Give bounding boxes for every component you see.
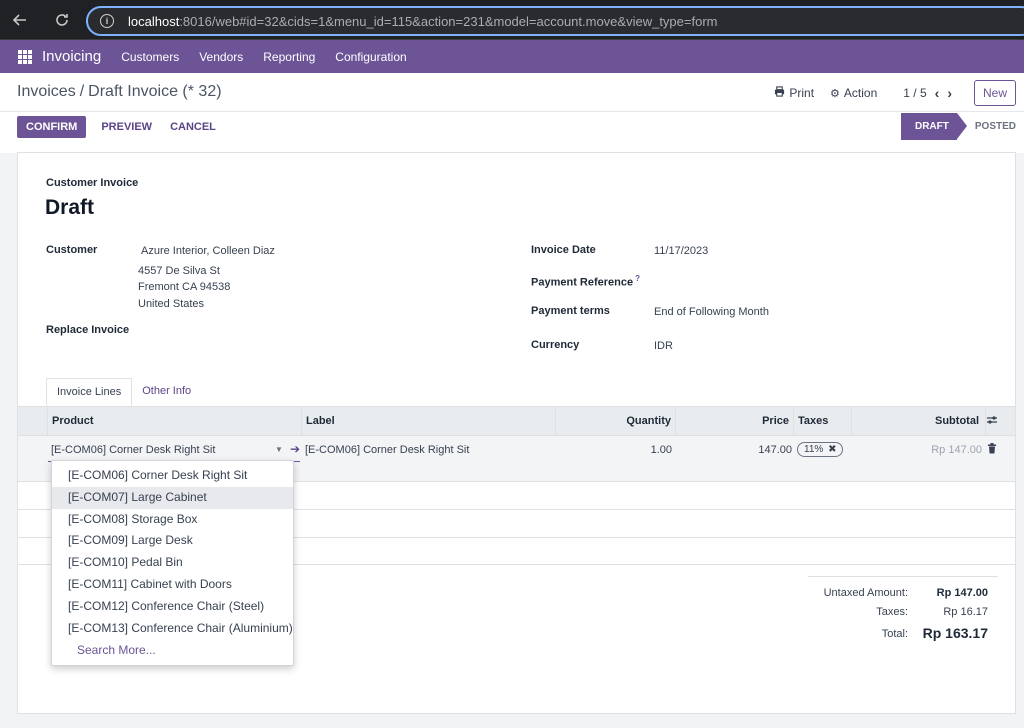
breadcrumb-separator: /	[79, 83, 85, 100]
cancel-button[interactable]: CANCEL	[167, 116, 219, 138]
printer-icon	[774, 86, 785, 100]
search-more-link[interactable]: Search More...	[52, 639, 293, 661]
tab-invoice-lines[interactable]: Invoice Lines	[46, 378, 133, 406]
action-button[interactable]: ⚙ Action	[830, 86, 877, 100]
close-icon[interactable]: ✖	[828, 444, 836, 455]
dropdown-item[interactable]: [E-COM11] Cabinet with Doors	[52, 574, 293, 596]
breadcrumb-current: Draft Invoice (* 32)	[88, 83, 222, 100]
menu-vendors[interactable]: Vendors	[199, 50, 243, 64]
dropdown-item[interactable]: [E-COM12] Conference Chair (Steel)	[52, 596, 293, 618]
payment-terms-label: Payment terms	[531, 305, 610, 317]
customer-label: Customer	[46, 244, 98, 256]
chevron-left-icon[interactable]: ‹	[935, 85, 940, 101]
table-header: Product Label Quantity Price Taxes Subto…	[18, 406, 1015, 436]
dropdown-item[interactable]: [E-COM08] Storage Box	[52, 509, 293, 531]
total-value: Rp 163.17	[922, 625, 988, 641]
document-type: Customer Invoice	[46, 177, 139, 189]
tab-other-info[interactable]: Other Info	[132, 378, 201, 406]
arrow-right-icon[interactable]: ➔	[290, 442, 300, 456]
address-bar[interactable]: i localhost:8016/web#id=32&cids=1&menu_i…	[86, 6, 1024, 36]
breadcrumb: Invoices / Draft Invoice (* 32)	[17, 83, 222, 101]
row-price[interactable]: 147.00	[676, 444, 792, 456]
dropdown-item[interactable]: [E-COM10] Pedal Bin	[52, 552, 293, 574]
control-right: Print ⚙ Action 1 / 5 ‹ › New	[758, 80, 1016, 106]
taxes-value: Rp 16.17	[943, 606, 988, 618]
dropdown-item[interactable]: [E-COM06] Corner Desk Right Sit	[52, 465, 293, 487]
row-product[interactable]: [E-COM06] Corner Desk Right Sit	[51, 444, 215, 456]
sliders-icon[interactable]	[986, 414, 998, 429]
header-quantity[interactable]: Quantity	[556, 407, 676, 435]
currency-field[interactable]: IDR	[654, 340, 673, 352]
app-navbar: Invoicing Customers Vendors Reporting Co…	[0, 40, 1024, 73]
url-path: :8016/web#id=32&cids=1&menu_id=115&actio…	[179, 13, 718, 29]
untaxed-label: Untaxed Amount:	[823, 587, 908, 599]
customer-field[interactable]: Azure Interior, Colleen Diaz	[141, 245, 275, 257]
trash-icon[interactable]	[987, 443, 997, 457]
arrow-left-icon[interactable]	[8, 8, 32, 32]
chevron-right-icon[interactable]: ›	[947, 85, 952, 101]
page-title: Draft	[45, 196, 95, 219]
reload-icon[interactable]	[50, 8, 74, 32]
status-bar: DRAFT POSTED	[900, 113, 1024, 140]
header-handle	[18, 407, 48, 435]
gear-icon: ⚙	[830, 87, 840, 100]
header-subtotal[interactable]: Subtotal	[852, 407, 986, 435]
header-price[interactable]: Price	[676, 407, 794, 435]
taxes-row: Taxes: Rp 16.17	[808, 606, 998, 625]
dropdown-item[interactable]: [E-COM07] Large Cabinet	[52, 486, 293, 509]
browser-toolbar: i localhost:8016/web#id=32&cids=1&menu_i…	[0, 0, 1024, 40]
menu-customers[interactable]: Customers	[121, 50, 179, 64]
print-button[interactable]: Print	[774, 86, 814, 100]
total-label: Total:	[881, 628, 908, 640]
tax-badge[interactable]: 11% ✖	[797, 442, 844, 457]
menu-configuration[interactable]: Configuration	[335, 50, 406, 64]
menu-reporting[interactable]: Reporting	[263, 50, 315, 64]
row-subtotal: Rp 147.00	[931, 444, 982, 456]
divider	[0, 111, 1024, 112]
control-panel: Invoices / Draft Invoice (* 32) Print ⚙ Ac…	[0, 73, 1024, 153]
notebook-tabs: Invoice Lines Other Info	[46, 378, 201, 406]
breadcrumb-invoices[interactable]: Invoices	[17, 83, 76, 100]
address-line-3: United States	[138, 298, 205, 310]
pager-value[interactable]: 1 / 5	[903, 86, 926, 100]
status-draft[interactable]: DRAFT	[900, 113, 967, 140]
currency-label: Currency	[531, 339, 580, 351]
header-taxes[interactable]: Taxes	[794, 407, 852, 435]
row-quantity[interactable]: 1.00	[556, 444, 672, 456]
preview-button[interactable]: PREVIEW	[98, 116, 155, 138]
action-label: Action	[843, 86, 878, 100]
payment-terms-field[interactable]: End of Following Month	[654, 306, 769, 318]
dropdown-item[interactable]: [E-COM13] Conference Chair (Aluminium)	[52, 618, 293, 640]
url-host: localhost	[128, 13, 180, 29]
replace-invoice-label: Replace Invoice	[46, 324, 130, 336]
dropdown-item[interactable]: [E-COM09] Large Desk	[52, 530, 293, 552]
print-label: Print	[789, 86, 815, 100]
taxes-label: Taxes:	[876, 606, 908, 618]
apps-grid-icon[interactable]	[18, 49, 32, 64]
info-icon[interactable]: i	[100, 14, 114, 28]
help-icon[interactable]: ?	[635, 274, 640, 283]
address-line-1: 4557 De Silva St	[138, 265, 220, 277]
invoice-date-field[interactable]: 11/17/2023	[654, 245, 708, 257]
totals-block: Untaxed Amount: Rp 147.00 Taxes: Rp 16.1…	[808, 576, 998, 647]
confirm-button[interactable]: CONFIRM	[17, 116, 87, 138]
payment-reference-text: Payment Reference	[531, 276, 634, 289]
header-product[interactable]: Product	[48, 407, 302, 435]
untaxed-row: Untaxed Amount: Rp 147.00	[808, 587, 998, 606]
form-actions: CONFIRM PREVIEW CANCEL	[17, 116, 219, 138]
tax-value: 11%	[804, 444, 824, 455]
total-row: Total: Rp 163.17	[808, 625, 998, 647]
row-label[interactable]: [E-COM06] Corner Desk Right Sit	[305, 444, 469, 456]
address-line-2: Fremont CA 94538	[138, 281, 231, 293]
untaxed-value: Rp 147.00	[936, 587, 988, 599]
payment-reference-label: Payment Reference?	[531, 274, 640, 289]
product-autocomplete: [E-COM06] Corner Desk Right Sit [E-COM07…	[51, 460, 294, 666]
app-title[interactable]: Invoicing	[42, 48, 101, 65]
caret-down-icon[interactable]: ▼	[275, 445, 283, 454]
new-button[interactable]: New	[973, 80, 1016, 106]
header-label[interactable]: Label	[302, 407, 556, 435]
status-posted[interactable]: POSTED	[957, 121, 1024, 132]
invoice-date-label: Invoice Date	[531, 244, 596, 256]
